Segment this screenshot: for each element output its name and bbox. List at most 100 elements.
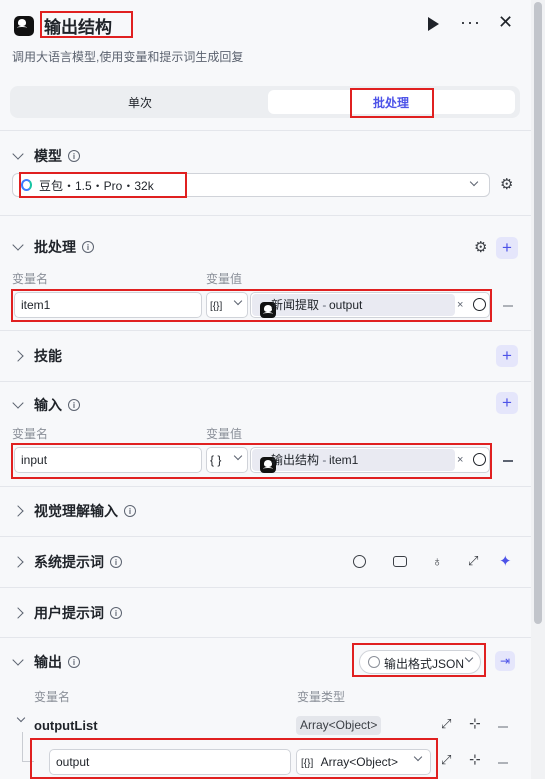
expand-chevron-icon[interactable] <box>12 350 24 362</box>
info-icon[interactable]: i <box>68 150 80 162</box>
output-list-type-badge: Array<Object> <box>296 716 382 735</box>
chevron-down-icon <box>469 177 479 187</box>
collapse-chevron-icon[interactable] <box>12 239 24 251</box>
input-section-header[interactable]: 输入 i <box>0 380 531 430</box>
ref-node-name: 输出结构 <box>271 453 320 467</box>
add-child-field-icon[interactable]: ⊹ <box>469 751 481 768</box>
output-child-name-input[interactable]: output <box>49 749 291 775</box>
section-title: 输入 <box>34 397 62 413</box>
ref-field-name: item1 <box>329 453 359 467</box>
divider <box>0 215 531 216</box>
skills-section-header[interactable]: 技能 <box>0 331 531 381</box>
remove-output-field-icon[interactable] <box>498 762 508 764</box>
expand-chevron-icon[interactable] <box>12 607 24 619</box>
expand-chevron-icon[interactable] <box>12 556 24 568</box>
input-var-value-ref[interactable]: 输出结构 - item1 × <box>250 447 490 473</box>
ai-generate-icon[interactable]: ✦ <box>499 552 512 570</box>
batch-var-value-ref[interactable]: 新闻提取 - output × <box>250 292 490 318</box>
collapse-chevron-icon[interactable] <box>12 654 24 666</box>
add-batch-variable-button[interactable]: + <box>496 237 518 259</box>
tab-batch-label: 批处理 <box>373 96 410 110</box>
section-title: 批处理 <box>34 239 76 255</box>
info-icon <box>368 656 380 668</box>
section-title: 用户提示词 <box>34 605 104 621</box>
object-type-icon: { } <box>210 453 222 467</box>
add-child-field-icon[interactable]: ⊹ <box>469 715 481 732</box>
variable-picker-icon[interactable] <box>473 453 486 466</box>
array-object-type-icon: [{}] <box>210 301 223 312</box>
array-object-type-icon: [{}] <box>301 758 314 769</box>
more-icon[interactable]: ··· <box>460 12 481 33</box>
section-title: 输出 <box>34 654 62 670</box>
remove-output-icon[interactable] <box>498 726 508 728</box>
model-name: 豆包・1.5・Pro・32k <box>39 179 154 193</box>
expand-icon[interactable]: ⤢ <box>441 752 451 768</box>
clear-ref-icon[interactable]: × <box>457 448 463 472</box>
info-icon[interactable]: i <box>68 656 80 668</box>
info-icon[interactable]: i <box>68 399 80 411</box>
expand-chevron-icon[interactable] <box>12 505 24 517</box>
doubao-logo-icon <box>21 179 32 191</box>
collapse-chevron-icon[interactable] <box>16 713 26 723</box>
info-icon[interactable]: i <box>82 241 94 253</box>
expand-icon[interactable]: ⤢ <box>441 716 451 732</box>
section-title: 视觉理解输入 <box>34 503 118 519</box>
remove-input-variable-icon[interactable] <box>503 460 513 462</box>
node-header: 输出结构 ··· ✕ 调用大语言模型,使用变量和提示词生成回复 <box>0 0 531 74</box>
column-header-name: 变量名 <box>12 427 49 441</box>
chevron-down-icon <box>464 653 474 663</box>
run-icon[interactable] <box>428 17 439 31</box>
variable-picker-icon[interactable] <box>473 298 486 311</box>
scrollbar-thumb[interactable] <box>534 2 542 624</box>
info-icon[interactable]: i <box>124 505 136 517</box>
tree-connector <box>22 732 34 762</box>
system-prompt-section-header[interactable]: 系统提示词 i <box>0 537 531 587</box>
expand-icon[interactable]: ⤢ <box>468 553 478 569</box>
column-header-name: 变量名 <box>34 690 71 704</box>
output-child-type-select[interactable]: [{}] Array<Object> <box>296 749 431 775</box>
ref-node-name: 新闻提取 <box>271 298 320 312</box>
batch-settings-gear-icon[interactable]: ⚙ <box>474 238 487 256</box>
close-icon[interactable]: ✕ <box>498 12 513 33</box>
batch-var-name-value: item1 <box>21 298 51 312</box>
output-format-select[interactable]: 输出格式JSON <box>359 650 481 674</box>
output-format-label: 输出格式JSON <box>384 657 465 671</box>
tab-single[interactable]: 单次 <box>128 94 152 111</box>
model-select[interactable]: 豆包・1.5・Pro・32k <box>12 173 490 197</box>
node-title[interactable]: 输出结构 <box>44 13 112 38</box>
clear-ref-icon[interactable]: × <box>457 293 463 317</box>
bulb-icon[interactable]: ♁ <box>432 553 443 569</box>
batch-section-header[interactable]: 批处理 i <box>0 222 531 272</box>
remove-batch-variable-icon[interactable] <box>503 305 513 307</box>
input-var-name-input[interactable]: input <box>14 447 202 473</box>
column-header-type: 变量类型 <box>297 690 346 704</box>
compass-icon[interactable] <box>353 555 366 568</box>
import-output-icon[interactable]: ⇥ <box>495 651 515 671</box>
column-header-value: 变量值 <box>206 427 243 441</box>
batch-var-name-input[interactable]: item1 <box>14 292 202 318</box>
output-child-type: Array<Object> <box>320 755 398 769</box>
input-var-type-select[interactable]: { } <box>206 447 248 473</box>
collapse-chevron-icon[interactable] <box>12 397 24 409</box>
add-skill-button[interactable]: + <box>496 345 518 367</box>
model-settings-gear-icon[interactable]: ⚙ <box>500 175 513 193</box>
info-icon[interactable]: i <box>110 607 122 619</box>
section-title: 技能 <box>34 348 62 364</box>
chevron-down-icon <box>413 752 423 762</box>
prompt-library-icon[interactable] <box>393 556 407 567</box>
ref-field-name: output <box>329 298 363 312</box>
user-prompt-section-header[interactable]: 用户提示词 i <box>0 588 531 638</box>
scrollbar-track[interactable] <box>531 0 545 779</box>
add-input-variable-button[interactable]: + <box>496 392 518 414</box>
output-child-name-value: output <box>56 755 90 769</box>
mode-tabs: 单次 批处理 <box>10 86 520 118</box>
node-description: 调用大语言模型,使用变量和提示词生成回复 <box>12 50 244 64</box>
output-list-name[interactable]: outputList <box>34 718 98 733</box>
info-icon[interactable]: i <box>110 556 122 568</box>
node-bot-icon <box>14 16 34 36</box>
section-title: 系统提示词 <box>34 554 104 570</box>
batch-var-type-select[interactable]: [{}] <box>206 292 248 318</box>
tab-batch[interactable]: 批处理 <box>268 90 515 114</box>
collapse-chevron-icon[interactable] <box>12 148 24 160</box>
vision-section-header[interactable]: 视觉理解输入 i <box>0 486 531 536</box>
